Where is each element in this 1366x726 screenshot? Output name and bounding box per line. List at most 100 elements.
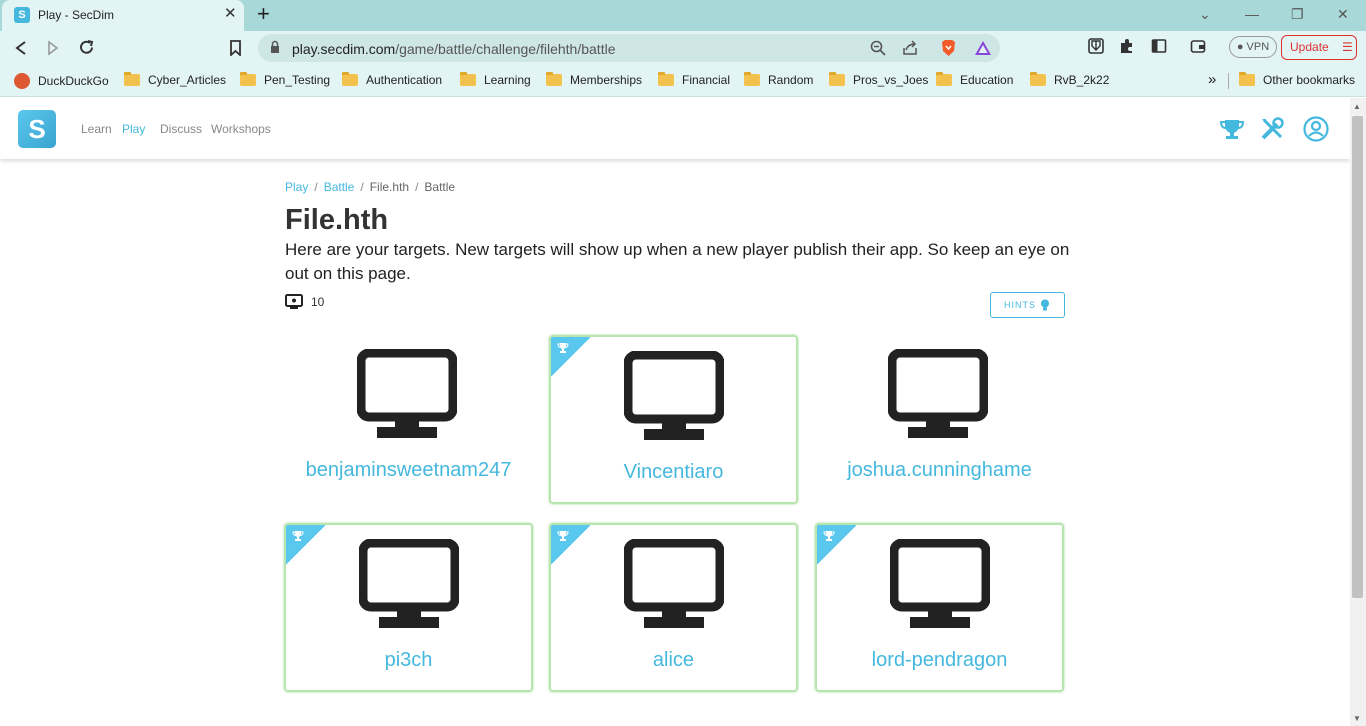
nav-play[interactable]: Play: [122, 122, 145, 136]
folder-icon: [829, 72, 845, 86]
trophy-icon[interactable]: [1219, 116, 1245, 142]
bookmark-cyber-articles[interactable]: Cyber_Articles: [124, 72, 226, 87]
bookmark-learning[interactable]: Learning: [460, 72, 531, 87]
bookmark-pen-testing[interactable]: Pen_Testing: [240, 72, 330, 87]
folder-icon: [342, 72, 358, 86]
forward-icon[interactable]: [46, 40, 60, 56]
bookmark-pros-vs-joes[interactable]: Pros_vs_Joes: [829, 72, 928, 87]
close-tab-icon[interactable]: ✕: [224, 6, 237, 22]
menu-icon: ☰: [1342, 40, 1353, 54]
nav-workshops[interactable]: Workshops: [211, 122, 271, 136]
breadcrumb-battle[interactable]: Battle: [324, 180, 355, 194]
folder-icon: [240, 72, 256, 86]
scroll-down-icon[interactable]: ▼: [1353, 714, 1361, 723]
scroll-up-icon[interactable]: ▲: [1353, 102, 1361, 111]
user-account-icon[interactable]: [1303, 116, 1329, 142]
target-username[interactable]: joshua.cunninghame: [815, 459, 1064, 482]
secdim-favicon-icon: S: [14, 7, 30, 23]
wallet-icon[interactable]: [1190, 38, 1206, 54]
target-card[interactable]: pi3ch: [284, 523, 533, 692]
browser-toolbar: play.secdim.com/game/battle/challenge/fi…: [0, 31, 1366, 65]
target-username[interactable]: alice: [551, 649, 796, 672]
bookmarks-overflow-icon[interactable]: »: [1208, 71, 1216, 88]
bookmark-other-bookmarks[interactable]: Other bookmarks: [1239, 72, 1355, 87]
target-card[interactable]: joshua.cunninghame: [815, 335, 1064, 504]
bookmark-icon[interactable]: [229, 40, 242, 56]
folder-icon: [546, 72, 562, 86]
sidebar-icon[interactable]: [1151, 38, 1167, 54]
back-icon[interactable]: [14, 40, 28, 56]
bookmarks-bar: DuckDuckGo Cyber_Articles Pen_Testing Authe…: [0, 65, 1366, 97]
page-title: File.hth: [285, 204, 389, 236]
tab-bar: S Play - SecDim ✕ + ⌄ — ❐ ✕: [0, 0, 1366, 31]
tools-icon[interactable]: [1259, 116, 1285, 142]
new-tab-icon[interactable]: +: [257, 3, 270, 25]
browser-tab[interactable]: S Play - SecDim ✕: [2, 0, 244, 31]
folder-icon: [658, 72, 674, 86]
breadcrumb-play[interactable]: Play: [285, 180, 308, 194]
hints-label: HINTS: [1004, 300, 1036, 310]
bookmark-memberships[interactable]: Memberships: [546, 72, 642, 87]
hints-button[interactable]: HINTS: [990, 292, 1065, 318]
vpn-button[interactable]: ● VPN: [1229, 36, 1277, 58]
folder-icon: [1030, 72, 1046, 86]
target-card[interactable]: lord-pendragon: [815, 523, 1064, 692]
breadcrumb: Play / Battle / File.hth / Battle: [285, 180, 456, 194]
tab-search-icon[interactable]: ⌄: [1199, 6, 1211, 23]
address-bar[interactable]: play.secdim.com/game/battle/challenge/fi…: [258, 34, 1000, 62]
solved-ribbon: [286, 525, 326, 565]
reload-icon[interactable]: [78, 39, 95, 56]
close-window-icon[interactable]: ✕: [1337, 6, 1349, 23]
bookmark-education[interactable]: Education: [936, 72, 1013, 87]
lightbulb-icon: [1041, 299, 1049, 311]
bookmark-financial[interactable]: Financial: [658, 72, 730, 87]
target-username[interactable]: benjaminsweetnam247: [284, 459, 533, 482]
minimize-icon[interactable]: —: [1245, 6, 1259, 22]
solved-trophy-icon: [292, 531, 304, 541]
page-description: Here are your targets. New targets will …: [285, 240, 1070, 283]
monitor-count-icon: [285, 294, 303, 309]
target-username[interactable]: Vincentiaro: [551, 461, 796, 484]
scrollbar-thumb[interactable]: [1352, 116, 1363, 598]
brave-rewards-icon[interactable]: [974, 40, 992, 56]
update-button[interactable]: Update ☰: [1281, 35, 1357, 60]
lock-icon: [271, 40, 279, 53]
nav-discuss[interactable]: Discuss: [160, 122, 202, 136]
folder-icon: [460, 72, 476, 86]
monitor-icon: [624, 351, 724, 440]
restore-icon[interactable]: ❐: [1291, 6, 1304, 23]
bookmark-duckduckgo[interactable]: DuckDuckGo: [14, 73, 109, 89]
bitwarden-extension-icon[interactable]: [1088, 38, 1104, 54]
solved-ribbon: [551, 337, 591, 377]
target-card[interactable]: alice: [549, 523, 798, 692]
bookmark-rvb-2k22[interactable]: RvB_2k22: [1030, 72, 1109, 87]
tab-title: Play - SecDim: [38, 8, 115, 22]
page-viewport: S Learn Play Discuss Workshops Play / Batt…: [0, 98, 1350, 726]
brave-shield-icon[interactable]: [940, 39, 957, 57]
solved-ribbon: [551, 525, 591, 565]
url-text: play.secdim.com/game/battle/challenge/fi…: [292, 41, 616, 57]
monitor-icon: [624, 539, 724, 628]
target-username[interactable]: pi3ch: [286, 649, 531, 672]
target-count-value: 10: [311, 295, 325, 309]
bookmark-authentication[interactable]: Authentication: [342, 72, 442, 87]
nav-learn[interactable]: Learn: [81, 122, 112, 136]
folder-icon: [936, 72, 952, 86]
target-count: 10: [285, 294, 324, 310]
share-icon[interactable]: [902, 40, 918, 56]
breadcrumb-current: Battle: [424, 180, 456, 194]
target-username[interactable]: lord-pendragon: [817, 649, 1062, 672]
secdim-logo[interactable]: S: [18, 110, 56, 148]
target-card[interactable]: Vincentiaro: [549, 335, 798, 504]
extensions-puzzle-icon[interactable]: [1119, 38, 1135, 54]
zoom-icon[interactable]: [870, 40, 886, 56]
solved-trophy-icon: [823, 531, 835, 541]
folder-icon: [744, 72, 760, 86]
bookmark-random[interactable]: Random: [744, 72, 813, 87]
monitor-icon: [890, 539, 990, 628]
target-card[interactable]: benjaminsweetnam247: [284, 335, 533, 504]
site-header: S Learn Play Discuss Workshops: [0, 98, 1350, 159]
monitor-icon: [359, 539, 459, 628]
folder-icon: [1239, 72, 1255, 86]
solved-trophy-icon: [557, 531, 569, 541]
